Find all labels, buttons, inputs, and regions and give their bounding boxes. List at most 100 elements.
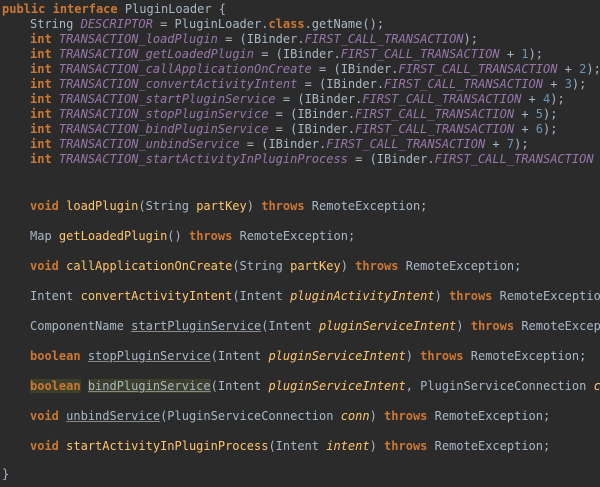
plus-operator: + [514, 122, 536, 136]
method-params-close: ) [369, 409, 385, 423]
method-declaration: void startActivityInPluginProcess(Intent… [0, 439, 550, 454]
method-params-close: , PluginServiceConnection [405, 379, 594, 393]
param-name: partKey [196, 199, 247, 213]
first-call-transaction: FIRST_CALL_TRANSACTION [326, 137, 486, 151]
plus-operator: + [521, 92, 544, 106]
first-call-transaction: FIRST_CALL_TRANSACTION [340, 47, 500, 61]
method-name[interactable]: loadPlugin [66, 199, 138, 213]
keyword-interface: interface [52, 2, 118, 16]
transaction-assign: = (IBinder. [217, 32, 305, 46]
method-declaration: void callApplicationOnCreate(String part… [0, 259, 521, 274]
code-editor[interactable]: public interface PluginLoader { String D… [0, 0, 600, 487]
return-type: boolean [30, 349, 81, 363]
transaction-assign: = (IBinder. [311, 62, 399, 76]
method-params-open: (Intent [261, 319, 319, 333]
method-name[interactable]: convertActivityIntent [81, 289, 233, 303]
first-call-transaction: FIRST_CALL_TRANSACTION [304, 32, 464, 46]
method-params-close: ) [456, 319, 471, 333]
descriptor-class-keyword: class [268, 17, 305, 31]
first-call-transaction: FIRST_CALL_TRANSACTION [355, 122, 515, 136]
keyword-throws: throws [188, 229, 233, 243]
statement-end: ); [550, 92, 565, 106]
transaction-name: TRANSACTION_bindPluginService [58, 122, 269, 136]
first-call-transaction: FIRST_CALL_TRANSACTION [384, 77, 543, 91]
method-params-open: (Intent [268, 439, 327, 453]
param-name: pluginServiceIntent [268, 349, 406, 363]
method-params-close: ) [246, 199, 262, 213]
transaction-constant: int TRANSACTION_startActivityInPluginPro… [0, 152, 600, 167]
transaction-name: TRANSACTION_loadPlugin [58, 32, 218, 46]
keyword-throws: throws [420, 349, 464, 363]
transaction-constant: int TRANSACTION_getLoadedPlugin = (IBind… [0, 47, 543, 62]
method-name[interactable]: startActivityInPluginProcess [66, 439, 268, 453]
descriptor-getname: .getName(); [304, 17, 385, 31]
transaction-offset: 1 [521, 47, 529, 61]
param-name: conn [340, 409, 370, 423]
method-name[interactable]: bindPluginService [87, 379, 211, 393]
exception-type: RemoteException; [427, 439, 551, 453]
transaction-offset: 6 [535, 122, 544, 136]
method-name[interactable]: startPluginService [131, 319, 261, 333]
method-name[interactable]: unbindService [66, 409, 160, 423]
method-declaration: Map getLoadedPlugin() throws RemoteExcep… [0, 229, 355, 244]
method-params-open: (String [138, 199, 197, 213]
method-name[interactable]: callApplicationOnCreate [66, 259, 232, 273]
method-params-open: (Intent [232, 289, 291, 303]
transaction-name: TRANSACTION_stopPluginService [58, 107, 269, 121]
keyword-throws: throws [384, 439, 428, 453]
method-name[interactable]: getLoadedPlugin [59, 229, 167, 243]
descriptor-class-ref: PluginLoader. [174, 17, 269, 31]
method-declaration: void loadPlugin(String partKey) throws R… [0, 199, 427, 214]
keyword-int: int [30, 152, 52, 166]
method-params-open: (Intent [210, 349, 269, 363]
return-type: Intent [30, 289, 74, 303]
transaction-assign: = (IBinder. [254, 47, 341, 61]
keyword-public: public [2, 2, 46, 16]
transaction-constant: int TRANSACTION_loadPlugin = (IBinder.FI… [0, 32, 478, 47]
statement-end: ); [528, 47, 544, 61]
keyword-int: int [30, 137, 52, 151]
transaction-name: TRANSACTION_getLoadedPlugin [58, 47, 254, 61]
statement-end: ); [514, 137, 529, 151]
exception-type: RemoteExceptio [521, 319, 600, 333]
keyword-int: int [30, 32, 52, 46]
transaction-name: TRANSACTION_callApplicationOnCreate [58, 62, 312, 76]
transaction-constant: int TRANSACTION_startPluginService = (IB… [0, 92, 565, 107]
keyword-int: int [30, 107, 52, 121]
method-params-close: ) [434, 289, 450, 303]
keyword-throws: throws [470, 319, 515, 333]
method-params-close: ) [369, 439, 385, 453]
descriptor-eq: = [152, 17, 175, 31]
method-name[interactable]: stopPluginService [88, 349, 211, 363]
transaction-assign: = (IBinder. [347, 152, 435, 166]
keyword-throws: throws [449, 289, 493, 303]
descriptor-name: DESCRIPTOR [80, 17, 153, 31]
transaction-constant: int TRANSACTION_bindPluginService = (IBi… [0, 122, 557, 137]
param-name: pluginServiceIntent [319, 319, 457, 333]
exception-type: RemoteException; [427, 409, 551, 423]
transaction-name: TRANSACTION_convertActivityIntent [58, 77, 298, 91]
param-name: pluginActivityIntent [290, 289, 435, 303]
return-type: void [30, 409, 59, 423]
descriptor-field: String DESCRIPTOR = PluginLoader.class.g… [0, 17, 384, 32]
return-type: ComponentName [30, 319, 124, 333]
close-brace: } [2, 467, 10, 481]
plus-operator: + [485, 137, 507, 151]
return-type: void [30, 439, 59, 453]
method-params-open: (PluginServiceConnection [160, 409, 341, 423]
first-call-transaction: FIRST_CALL_TRANSACTION [362, 92, 522, 106]
keyword-int: int [30, 77, 52, 91]
first-call-transaction: FIRST_CALL_TRANSACTION [355, 107, 515, 121]
transaction-constant: int TRANSACTION_callApplicationOnCreate … [0, 62, 600, 77]
method-declaration: ComponentName startPluginService(Intent … [0, 319, 600, 334]
exception-type: RemoteException; [304, 199, 428, 213]
statement-end: ); [543, 107, 558, 121]
open-brace: { [211, 2, 227, 16]
transaction-assign: = (IBinder. [268, 107, 356, 121]
transaction-assign: = (IBinder. [275, 92, 363, 106]
interface-name: PluginLoader [124, 2, 212, 16]
plus-operator: + [499, 47, 522, 61]
statement-end: ); [571, 77, 587, 91]
keyword-int: int [30, 62, 52, 76]
method-declaration: boolean bindPluginService(Intent pluginS… [0, 379, 600, 394]
